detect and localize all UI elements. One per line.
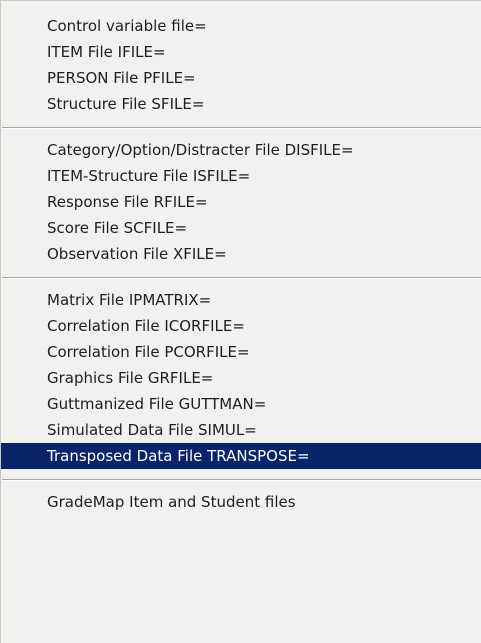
menu-item-item-file[interactable]: ITEM File IFILE= xyxy=(1,39,481,65)
menu-item-icorfile[interactable]: Correlation File ICORFILE= xyxy=(1,313,481,339)
menu-group-basic-files: Control variable file= ITEM File IFILE= … xyxy=(1,1,481,117)
output-files-menu: Control variable file= ITEM File IFILE= … xyxy=(0,0,481,643)
menu-item-pcorfile[interactable]: Correlation File PCORFILE= xyxy=(1,339,481,365)
menu-item-transposed-data-file[interactable]: Transposed Data File TRANSPOSE= xyxy=(1,443,481,469)
menu-item-grademap-files[interactable]: GradeMap Item and Student files xyxy=(1,489,481,515)
menu-item-graphics-file[interactable]: Graphics File GRFILE= xyxy=(1,365,481,391)
menu-item-simulated-data-file[interactable]: Simulated Data File SIMUL= xyxy=(1,417,481,443)
menu-item-person-file[interactable]: PERSON File PFILE= xyxy=(1,65,481,91)
menu-group-matrix-files: Matrix File IPMATRIX= Correlation File I… xyxy=(1,279,481,469)
menu-item-control-variable-file[interactable]: Control variable file= xyxy=(1,13,481,39)
menu-item-guttmanized-file[interactable]: Guttmanized File GUTTMAN= xyxy=(1,391,481,417)
menu-item-item-structure-file[interactable]: ITEM-Structure File ISFILE= xyxy=(1,163,481,189)
menu-item-observation-file[interactable]: Observation File XFILE= xyxy=(1,241,481,267)
menu-item-matrix-file[interactable]: Matrix File IPMATRIX= xyxy=(1,287,481,313)
menu-item-distracter-file[interactable]: Category/Option/Distracter File DISFILE= xyxy=(1,137,481,163)
menu-group-grademap: GradeMap Item and Student files xyxy=(1,481,481,515)
menu-item-score-file[interactable]: Score File SCFILE= xyxy=(1,215,481,241)
menu-group-response-files: Category/Option/Distracter File DISFILE=… xyxy=(1,129,481,267)
menu-item-response-file[interactable]: Response File RFILE= xyxy=(1,189,481,215)
menu-item-structure-file[interactable]: Structure File SFILE= xyxy=(1,91,481,117)
